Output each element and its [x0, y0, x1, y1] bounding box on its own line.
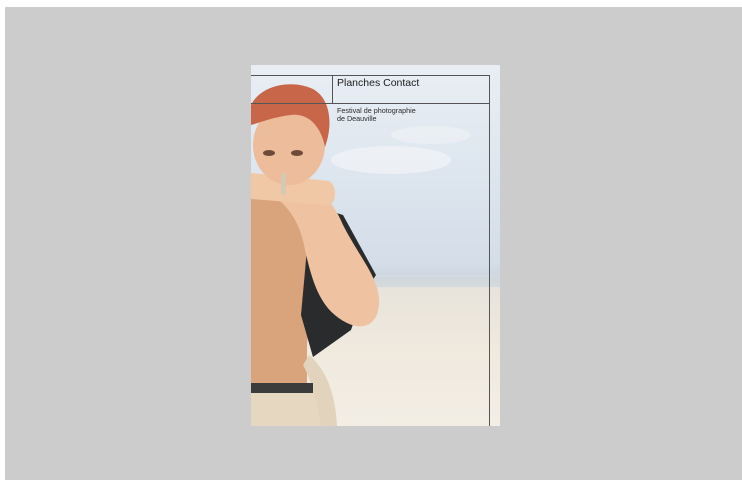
- poster-subtitle: Festival de photographie de Deauville: [337, 107, 447, 123]
- subtitle-line-2: de Deauville: [337, 114, 377, 123]
- grid-line-right: [489, 75, 490, 426]
- viewer-background: Planches Contact Festival de photographi…: [5, 7, 742, 480]
- grid-line-header: [251, 103, 489, 104]
- poster-image: Planches Contact Festival de photographi…: [251, 65, 500, 426]
- grid-line-column: [332, 75, 333, 103]
- poster-title: Planches Contact: [337, 77, 420, 89]
- grid-line-top: [251, 75, 489, 76]
